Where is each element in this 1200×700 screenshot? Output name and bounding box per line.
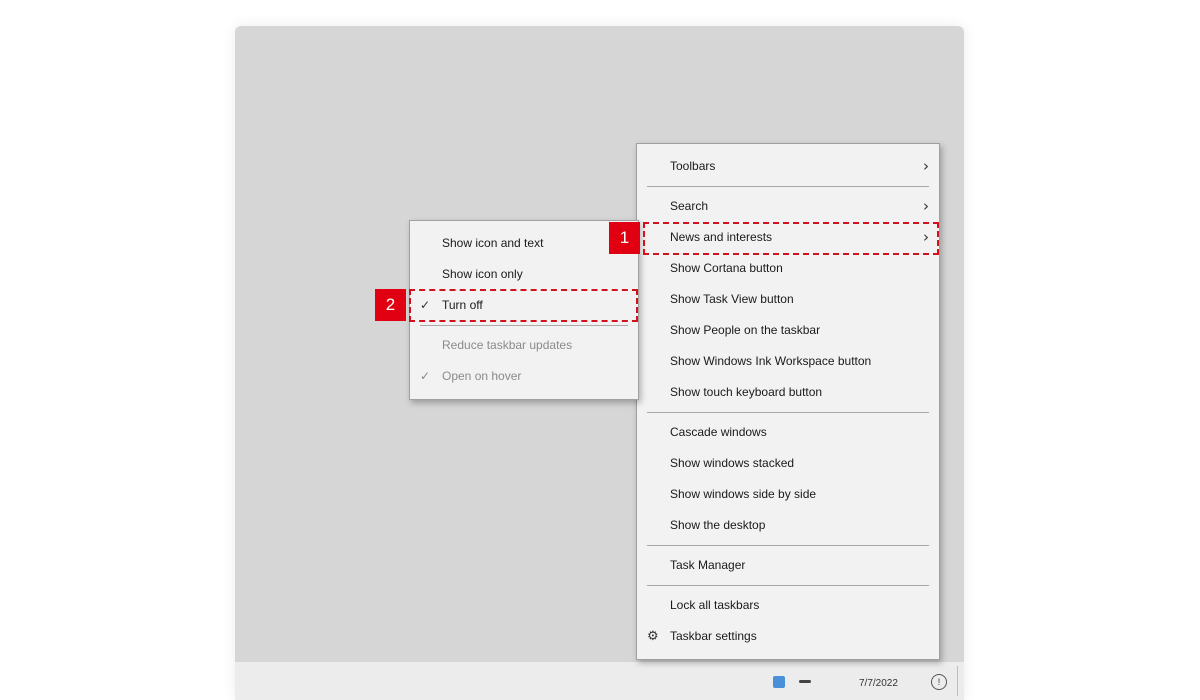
- network-icon[interactable]: [773, 676, 785, 688]
- menu-item-label: Taskbar settings: [670, 629, 757, 643]
- submenu-item-label: Show icon only: [442, 267, 523, 281]
- menu-item-show-people[interactable]: Show People on the taskbar: [637, 315, 939, 346]
- menu-item-taskbar-settings[interactable]: ⚙ Taskbar settings: [637, 621, 939, 652]
- menu-divider: [647, 545, 929, 546]
- menu-item-toolbars[interactable]: Toolbars ›: [637, 151, 939, 182]
- menu-item-label: Search: [670, 199, 709, 213]
- menu-item-label: Show touch keyboard button: [670, 385, 823, 399]
- menu-item-label: News and interests: [670, 230, 773, 244]
- taskbar-context-menu: Toolbars › Search › News and interests ›…: [636, 143, 940, 660]
- menu-item-show-the-desktop[interactable]: Show the desktop: [637, 510, 939, 541]
- notification-icon[interactable]: !: [931, 674, 947, 690]
- chevron-right-icon: ›: [923, 157, 929, 175]
- submenu-item-show-icon-and-text[interactable]: Show icon and text: [410, 228, 638, 259]
- taskbar[interactable]: 7/7/2022 !: [235, 662, 964, 700]
- menu-item-show-touch-keyboard[interactable]: Show touch keyboard button: [637, 377, 939, 408]
- menu-item-label: Show the desktop: [670, 518, 766, 532]
- submenu-item-label: Reduce taskbar updates: [442, 338, 573, 352]
- menu-item-label: Show Cortana button: [670, 261, 783, 275]
- menu-item-task-manager[interactable]: Task Manager: [637, 550, 939, 581]
- submenu-item-show-icon-only[interactable]: Show icon only: [410, 259, 638, 290]
- menu-item-label: Task Manager: [670, 558, 746, 572]
- checkmark-icon: ✓: [420, 369, 431, 383]
- menu-item-label: Toolbars: [670, 159, 716, 173]
- menu-divider: [647, 412, 929, 413]
- menu-item-label: Lock all taskbars: [670, 598, 760, 612]
- news-and-interests-submenu: Show icon and text Show icon only ✓ Turn…: [409, 220, 639, 400]
- menu-divider: [647, 585, 929, 586]
- menu-item-label: Show Task View button: [670, 292, 794, 306]
- clock-date[interactable]: 7/7/2022: [859, 678, 898, 689]
- submenu-item-label: Show icon and text: [442, 236, 544, 250]
- menu-item-label: Show Windows Ink Workspace button: [670, 354, 872, 368]
- chevron-right-icon: ›: [923, 197, 929, 215]
- submenu-item-label: Open on hover: [442, 369, 522, 383]
- menu-item-show-windows-side-by-side[interactable]: Show windows side by side: [637, 479, 939, 510]
- menu-item-show-cortana-button[interactable]: Show Cortana button: [637, 253, 939, 284]
- menu-item-label: Show windows stacked: [670, 456, 795, 470]
- language-icon[interactable]: [799, 680, 811, 683]
- submenu-item-reduce-taskbar-updates: Reduce taskbar updates: [410, 330, 638, 361]
- menu-divider: [420, 325, 628, 326]
- step-badge-1: 1: [609, 222, 640, 254]
- menu-item-news-and-interests[interactable]: News and interests ›: [637, 222, 939, 253]
- menu-item-lock-all-taskbars[interactable]: Lock all taskbars: [637, 590, 939, 621]
- menu-divider: [647, 186, 929, 187]
- submenu-item-open-on-hover: ✓ Open on hover: [410, 361, 638, 392]
- step-badge-2: 2: [375, 289, 406, 321]
- chevron-right-icon: ›: [923, 228, 929, 246]
- menu-item-search[interactable]: Search ›: [637, 191, 939, 222]
- gear-icon: ⚙: [647, 629, 659, 644]
- submenu-item-label: Turn off: [442, 298, 483, 312]
- menu-item-label: Show People on the taskbar: [670, 323, 821, 337]
- submenu-item-turn-off[interactable]: ✓ Turn off: [410, 290, 638, 321]
- show-desktop-divider[interactable]: [957, 666, 958, 696]
- menu-item-label: Cascade windows: [670, 425, 767, 439]
- checkmark-icon: ✓: [420, 298, 431, 312]
- menu-item-show-task-view-button[interactable]: Show Task View button: [637, 284, 939, 315]
- menu-item-show-ink-workspace[interactable]: Show Windows Ink Workspace button: [637, 346, 939, 377]
- menu-item-show-windows-stacked[interactable]: Show windows stacked: [637, 448, 939, 479]
- menu-item-label: Show windows side by side: [670, 487, 817, 501]
- menu-item-cascade-windows[interactable]: Cascade windows: [637, 417, 939, 448]
